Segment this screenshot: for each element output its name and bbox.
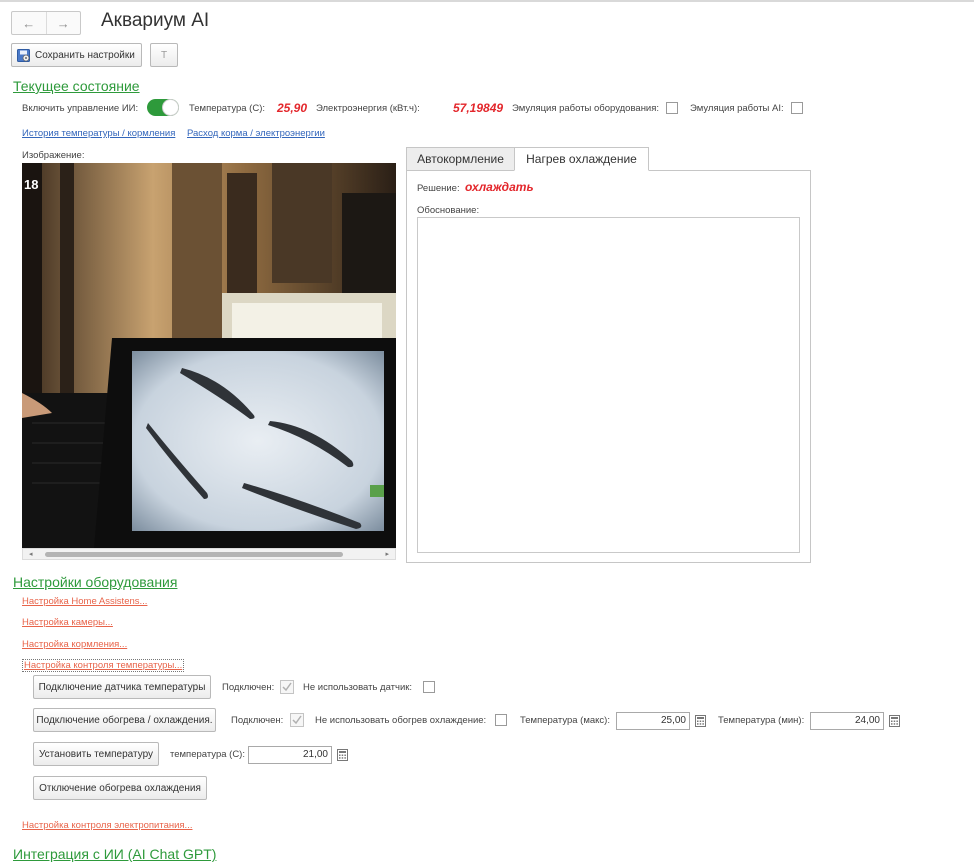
image-label: Изображение: <box>22 150 85 161</box>
set-temperature-label: температура (С): <box>170 749 245 760</box>
sensor-connected-checkbox <box>280 680 294 694</box>
scroll-right-icon[interactable]: ▸ <box>385 550 389 558</box>
connected-label-2: Подключен: <box>231 715 284 726</box>
back-arrow-icon[interactable]: ← <box>12 12 46 34</box>
current-state-title[interactable]: Текущее состояние <box>13 78 140 94</box>
reasoning-textarea[interactable] <box>417 217 800 553</box>
dont-use-sensor-label: Не использовать датчик: <box>303 682 413 693</box>
emulation-ai-label: Эмуляция работы AI: <box>690 103 784 114</box>
emulation-ai-checkbox[interactable] <box>791 102 803 114</box>
camera-scene-illustration: 18 <box>22 163 396 548</box>
emulation-equipment-label: Эмуляция работы оборудования: <box>512 103 660 114</box>
dont-use-heating-checkbox[interactable] <box>495 714 507 726</box>
ai-control-label: Включить управление ИИ: <box>22 103 139 114</box>
ai-integration-title[interactable]: Интеграция с ИИ (AI Chat GPT) <box>13 846 216 862</box>
tab-heating-cooling[interactable]: Нагрев охлаждение <box>514 147 649 171</box>
set-temperature-button[interactable]: Установить температуру <box>33 742 159 766</box>
disable-heating-cooling-button[interactable]: Отключение обогрева охлаждения <box>33 776 207 800</box>
save-settings-label: Сохранить настройки <box>35 49 135 61</box>
window-top-border <box>0 0 974 2</box>
forward-arrow-icon[interactable]: → <box>45 12 81 34</box>
decision-value: охлаждать <box>465 180 534 194</box>
calculator-icon[interactable] <box>335 748 349 762</box>
temperature-control-settings-link[interactable]: Настройка контроля температуры... <box>22 659 185 672</box>
energy-value: 57,19849 <box>453 101 504 115</box>
reasoning-label: Обоснование: <box>417 205 480 216</box>
temp-min-input[interactable]: 24,00 <box>810 712 884 730</box>
heating-connected-checkbox <box>290 713 304 727</box>
energy-label: Электроэнергия (кВт.ч): <box>316 103 420 114</box>
temp-min-label: Температура (мин): <box>718 715 805 726</box>
connect-heating-cooling-button[interactable]: Подключение обогрева / охлаждения. <box>33 708 216 732</box>
scroll-left-icon[interactable]: ◂ <box>29 550 33 558</box>
page-title: Аквариум AI <box>101 10 210 31</box>
feed-energy-link[interactable]: Расход корма / электроэнергии <box>187 128 325 139</box>
connected-label-1: Подключен: <box>222 682 275 693</box>
toggle-knob <box>162 99 179 116</box>
temperature-history-link[interactable]: История температуры / кормления <box>22 128 175 139</box>
equipment-settings-title[interactable]: Настройки оборудования <box>13 574 177 590</box>
connect-temperature-sensor-button[interactable]: Подключение датчика температуры <box>33 675 211 699</box>
image-horizontal-scrollbar[interactable]: ◂ ▸ <box>22 548 396 560</box>
temperature-label: Температура (С): <box>189 103 266 114</box>
scrollbar-thumb[interactable] <box>45 552 343 557</box>
dont-use-heating-label: Не использовать обогрев охлаждение: <box>315 715 487 726</box>
check-icon <box>282 682 292 692</box>
image-overlay-number: 18 <box>24 177 38 192</box>
decision-label: Решение: <box>417 183 460 194</box>
t-button[interactable]: T <box>150 43 178 67</box>
set-temperature-input[interactable]: 21,00 <box>248 746 332 764</box>
navigation-buttons: ← → <box>11 11 81 35</box>
feeding-settings-link[interactable]: Настройка кормления... <box>22 639 127 650</box>
calculator-icon[interactable] <box>693 714 707 728</box>
camera-image: 18 <box>22 163 396 548</box>
camera-settings-link[interactable]: Настройка камеры... <box>22 617 113 628</box>
save-settings-icon <box>17 48 30 62</box>
home-assistant-settings-link[interactable]: Настройка Home Assistens... <box>22 596 147 607</box>
power-control-settings-link[interactable]: Настройка контроля электропитания... <box>22 820 192 831</box>
temp-max-label: Температура (макс): <box>520 715 610 726</box>
tab-autofeeding[interactable]: Автокормление <box>406 147 515 171</box>
temperature-value: 25,90 <box>277 101 308 115</box>
dont-use-sensor-checkbox[interactable] <box>423 681 435 693</box>
check-icon <box>292 715 302 725</box>
save-settings-button[interactable]: Сохранить настройки <box>11 43 142 67</box>
calculator-icon[interactable] <box>887 714 901 728</box>
ai-control-toggle[interactable] <box>147 99 179 116</box>
emulation-equipment-checkbox[interactable] <box>666 102 678 114</box>
temp-max-input[interactable]: 25,00 <box>616 712 690 730</box>
